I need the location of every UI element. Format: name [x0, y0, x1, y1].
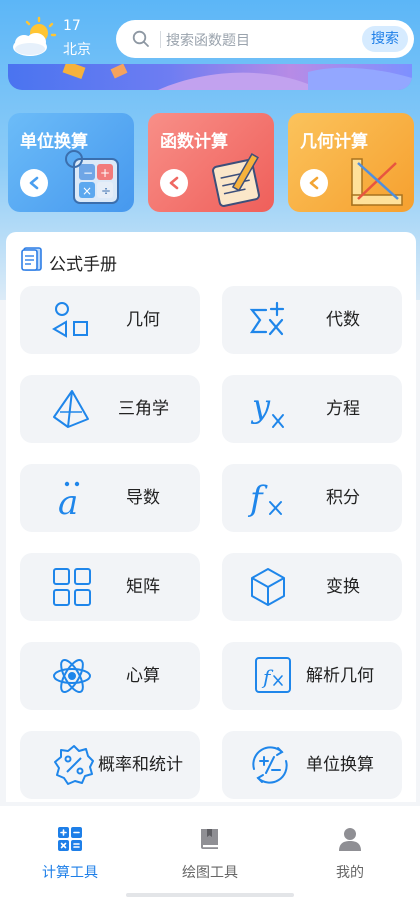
city-name[interactable]: 北京 [63, 39, 91, 59]
banner-image[interactable] [8, 64, 412, 90]
tool-card-unit-conversion[interactable]: 单位换算 − + × ÷ [8, 113, 134, 212]
home-indicator [126, 893, 294, 897]
grid-icon [50, 565, 94, 609]
formula-handbook-panel: 公式手册 几何 代数 三角学 y 方程 a 导数 f 积分 矩阵 变换 心算 f… [6, 232, 416, 802]
sigma-x-icon [246, 298, 290, 342]
svg-text:÷: ÷ [101, 184, 111, 198]
formula-item-unit-conversion[interactable]: 单位换算 [222, 731, 402, 799]
formula-item-derivative[interactable]: a 导数 [20, 464, 200, 532]
formula-item-label: 心算 [126, 666, 160, 686]
formula-item-label: 积分 [326, 488, 360, 508]
formula-item-probability-statistics[interactable]: 概率和统计 [20, 731, 200, 799]
geometry-shapes-icon [50, 298, 94, 342]
svg-text:−: − [83, 166, 93, 180]
formula-item-transform[interactable]: 变换 [222, 553, 402, 621]
formula-item-mental-math[interactable]: 心算 [20, 642, 200, 710]
nav-tab-profile[interactable]: 我的 [290, 826, 410, 882]
formula-item-label: 单位换算 [306, 755, 374, 775]
search-bar[interactable]: 搜索函数题目 搜索 [116, 20, 414, 58]
formula-item-label: 解析几何 [306, 666, 374, 686]
formula-item-label: 变换 [326, 577, 360, 597]
formula-item-matrix[interactable]: 矩阵 [20, 553, 200, 621]
temperature: 17 [63, 18, 81, 34]
atom-icon [50, 654, 94, 698]
handbook-icon [20, 246, 44, 276]
book-icon [150, 826, 270, 856]
partly-cloudy-icon [8, 16, 58, 60]
tool-card-geometry-calc[interactable]: 几何计算 [288, 113, 414, 212]
y-x-icon: y [246, 387, 290, 431]
bottom-navigation: 计算工具 绘图工具 我的 [0, 806, 420, 900]
nav-label: 计算工具 [42, 865, 98, 881]
tool-card-function-calc[interactable]: 函数计算 [148, 113, 274, 212]
pyramid-icon [50, 387, 94, 431]
formula-item-trigonometry[interactable]: 三角学 [20, 375, 200, 443]
svg-text:y: y [250, 387, 271, 425]
formula-item-geometry[interactable]: 几何 [20, 286, 200, 354]
formula-item-label: 概率和统计 [98, 755, 183, 775]
f-x-box-icon: f [252, 654, 296, 698]
nav-label: 我的 [336, 865, 364, 881]
arrow-left-icon[interactable] [20, 169, 48, 197]
f-x-icon: f [246, 476, 290, 520]
formula-item-label: 矩阵 [126, 577, 160, 597]
search-input[interactable]: 搜索函数题目 [166, 30, 250, 50]
calculator-illustration: − + × ÷ [64, 149, 128, 212]
search-icon [132, 30, 150, 52]
ruler-illustration [344, 149, 408, 212]
a-double-dot-icon: a [50, 476, 94, 523]
cube-icon [246, 565, 290, 609]
formula-item-label: 代数 [326, 310, 360, 330]
svg-text:+: + [100, 166, 110, 180]
svg-text:×: × [82, 184, 92, 198]
conversion-icon [248, 743, 292, 787]
svg-text:f: f [247, 479, 268, 519]
percent-gear-icon [52, 743, 96, 787]
formula-item-algebra[interactable]: 代数 [222, 286, 402, 354]
formula-item-label: 三角学 [118, 399, 169, 419]
panel-title: 公式手册 [49, 255, 117, 275]
formula-item-integral[interactable]: f 积分 [222, 464, 402, 532]
formula-item-equation[interactable]: y 方程 [222, 375, 402, 443]
nav-tab-calc-tools[interactable]: 计算工具 [10, 826, 130, 882]
arrow-left-icon[interactable] [160, 169, 188, 197]
svg-text:f: f [261, 665, 274, 689]
formula-item-label: 几何 [126, 310, 160, 330]
formula-item-analytic-geometry[interactable]: f 解析几何 [222, 642, 402, 710]
nav-label: 绘图工具 [182, 865, 238, 881]
svg-text:a: a [58, 483, 78, 520]
arrow-left-icon[interactable] [300, 169, 328, 197]
formula-item-label: 方程 [326, 399, 360, 419]
notebook-illustration [204, 149, 268, 212]
person-icon [290, 826, 410, 856]
search-divider [160, 31, 161, 48]
search-button[interactable]: 搜索 [362, 26, 408, 52]
calculator-icon [10, 826, 130, 856]
formula-item-label: 导数 [126, 488, 160, 508]
nav-tab-drawing-tools[interactable]: 绘图工具 [150, 826, 270, 882]
